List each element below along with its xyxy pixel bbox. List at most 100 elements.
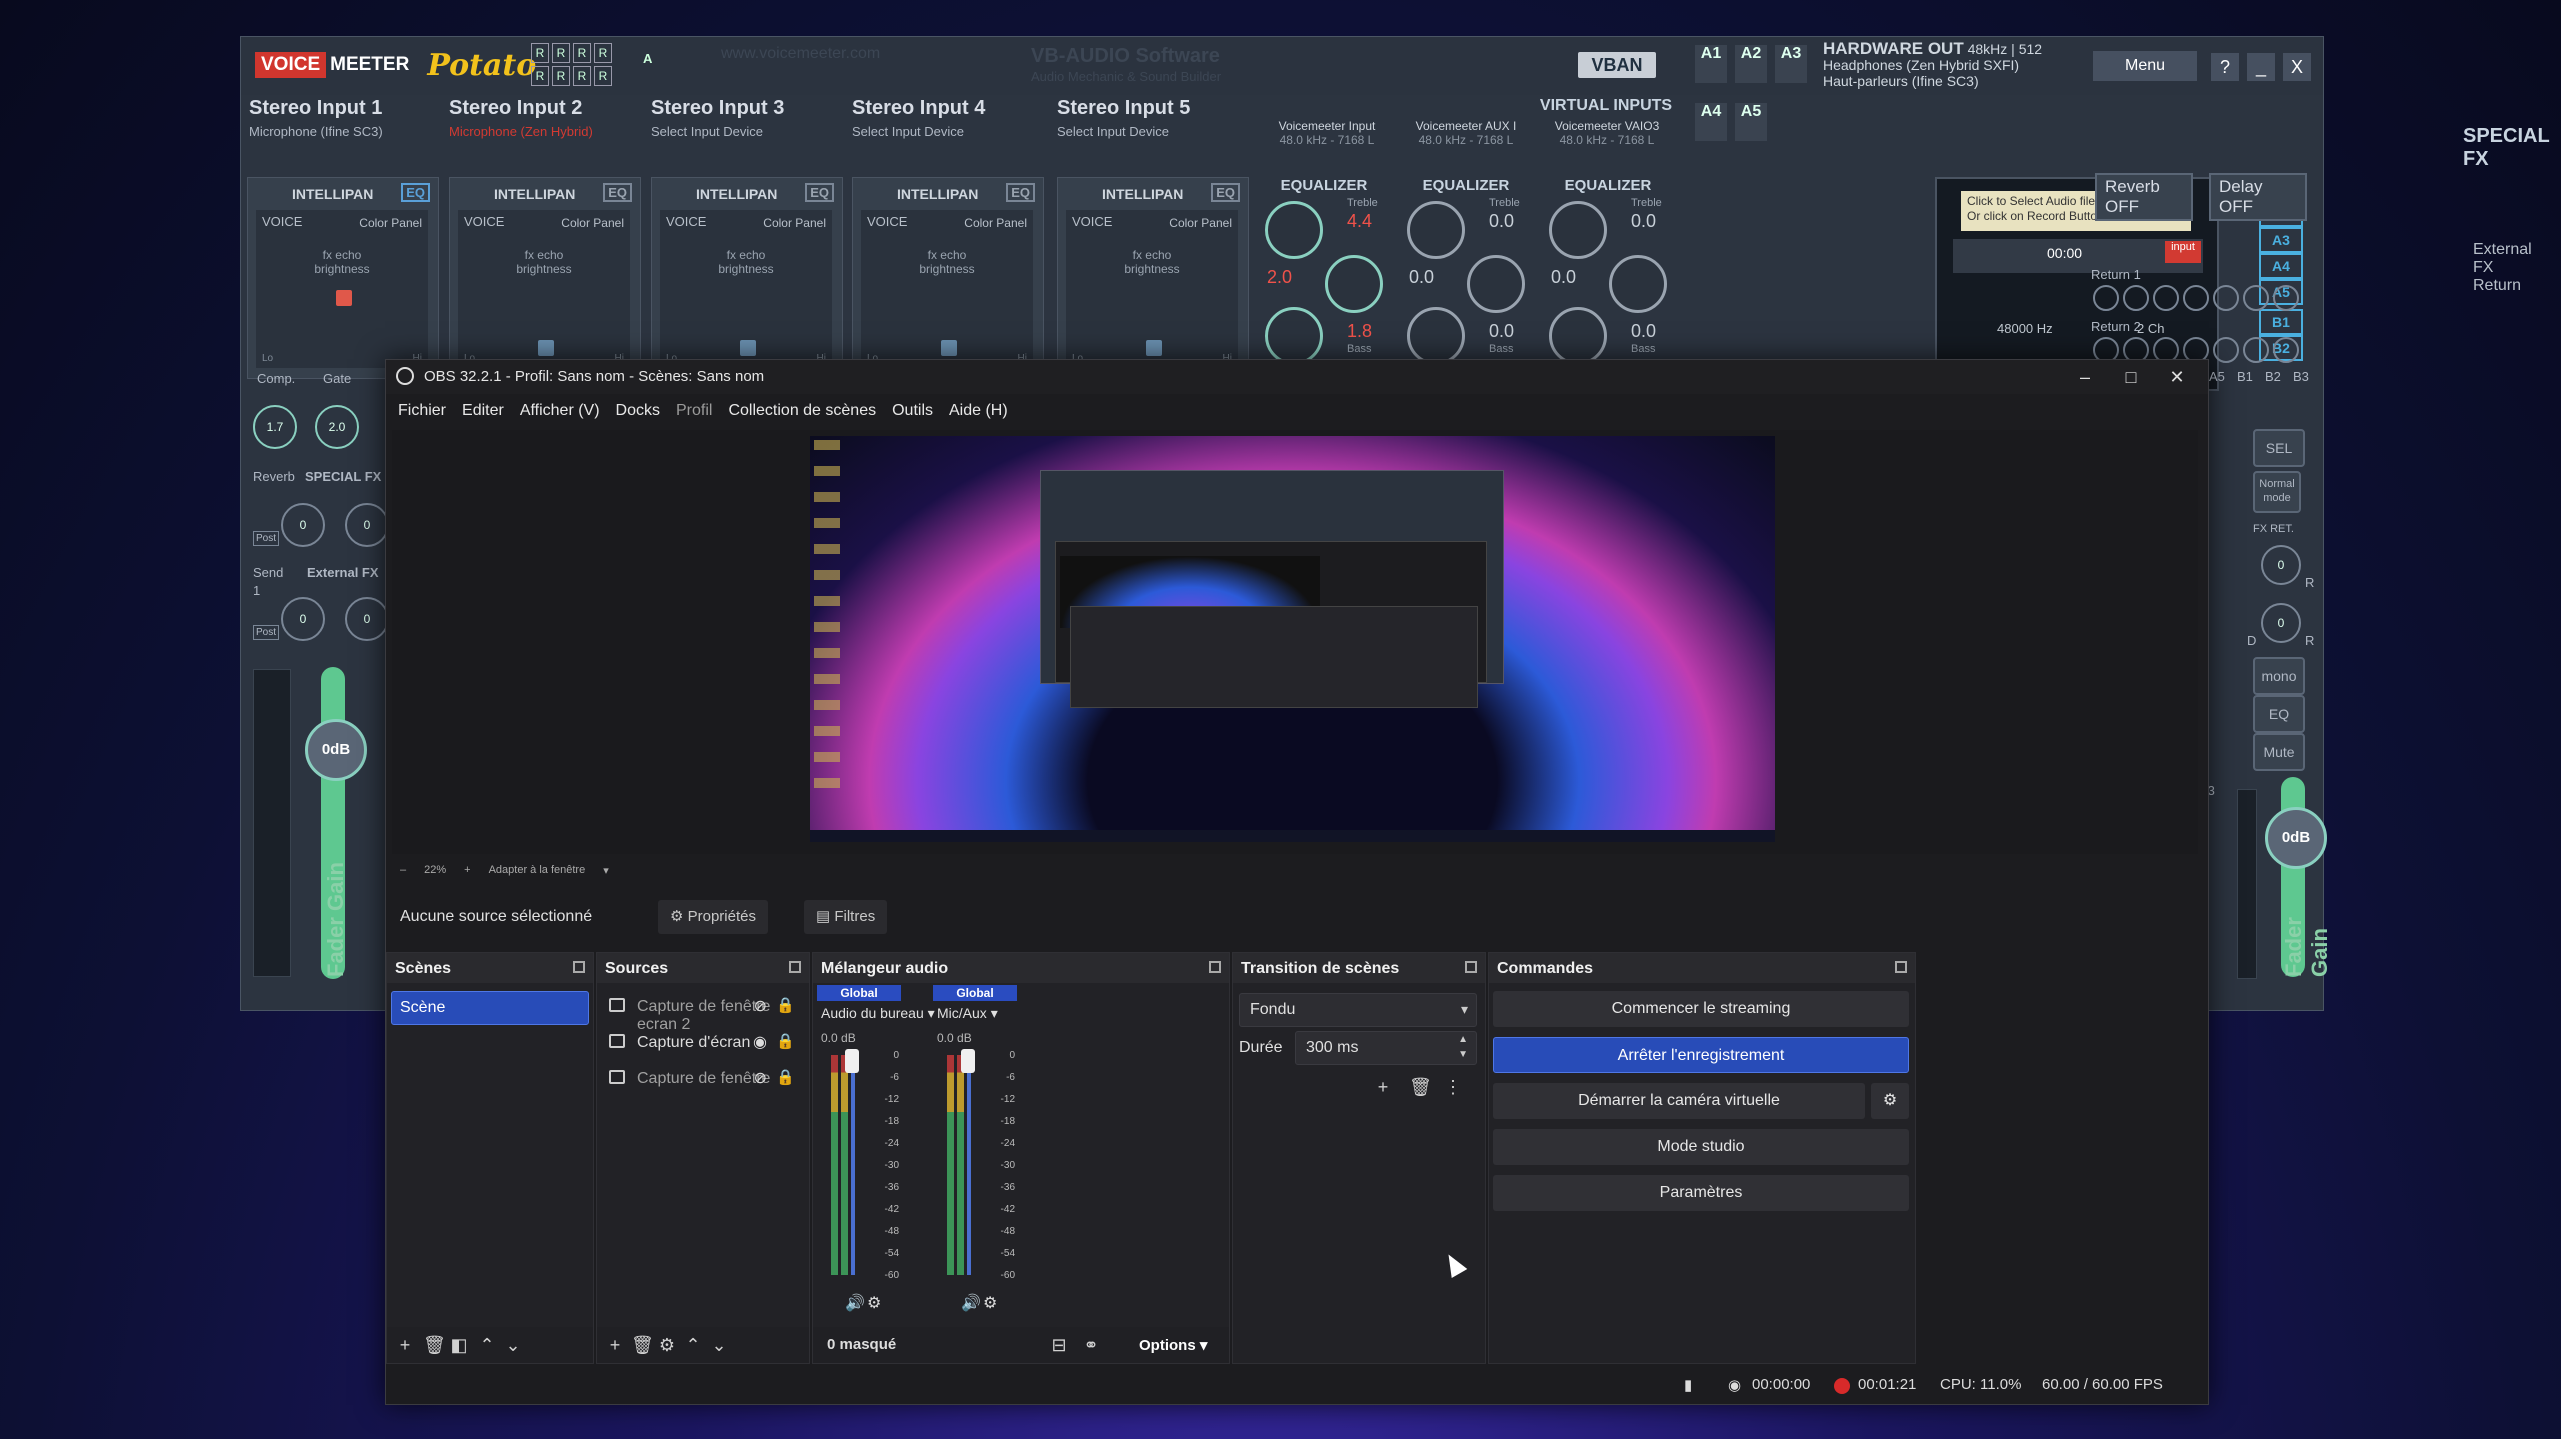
intellipan-panel-3[interactable]: INTELLIPAN EQ VOICE Color Panel fx echo b… bbox=[651, 177, 843, 379]
return-dial[interactable] bbox=[2213, 337, 2239, 363]
vban-button[interactable]: VBAN bbox=[1578, 52, 1656, 78]
eye-icon[interactable]: ◉ bbox=[753, 1032, 767, 1052]
speaker-icon[interactable]: 🔊 bbox=[845, 1293, 865, 1313]
preview-area[interactable] bbox=[392, 430, 2198, 854]
menu-button[interactable]: Menu bbox=[2093, 51, 2197, 81]
source-item[interactable]: Capture d'écran ◉ 🔒 bbox=[597, 1025, 809, 1061]
player-bus-b1[interactable]: B1 bbox=[2259, 309, 2303, 335]
return-dial[interactable] bbox=[2183, 285, 2209, 311]
zoom-in-button[interactable]: + bbox=[464, 864, 470, 876]
stereo-input-3-header[interactable]: Stereo Input 3 Select Input Device bbox=[651, 97, 784, 139]
r-button[interactable]: R bbox=[552, 66, 570, 86]
eq-button[interactable]: EQ bbox=[1211, 183, 1240, 202]
r-button[interactable]: R bbox=[594, 66, 612, 86]
reverb-button[interactable]: Reverb OFF bbox=[2095, 173, 2193, 221]
settings-button[interactable]: Paramètres bbox=[1493, 1175, 1909, 1211]
properties-button[interactable]: ⚙ Propriétés bbox=[658, 900, 768, 934]
lock-icon[interactable]: 🔒 bbox=[776, 1068, 795, 1086]
menu-collection-scenes[interactable]: Collection de scènes bbox=[728, 402, 876, 420]
gear-icon[interactable]: ⚙ bbox=[1871, 1083, 1909, 1119]
trash-icon[interactable]: 🗑 bbox=[1409, 1077, 1432, 1097]
menu-profil[interactable]: Profil bbox=[676, 402, 712, 420]
add-icon[interactable]: + bbox=[605, 1335, 625, 1355]
fx-ret-dial-1[interactable]: 0 bbox=[2261, 545, 2301, 585]
eq-mid-dial[interactable] bbox=[1407, 201, 1465, 259]
mute-button[interactable]: Mute bbox=[2253, 733, 2305, 771]
return-dial[interactable] bbox=[2123, 285, 2149, 311]
source-item[interactable]: Capture de fenêtre ecran 2 ⊘ 🔒 bbox=[597, 989, 809, 1033]
help-button[interactable]: ? bbox=[2211, 53, 2239, 81]
source-item[interactable]: Capture de fenêtre ⊘ 🔒 bbox=[597, 1061, 809, 1097]
pan-knob[interactable] bbox=[941, 340, 957, 356]
intellipan-panel-4[interactable]: INTELLIPAN EQ VOICE Color Panel fx echo b… bbox=[852, 177, 1044, 379]
color-panel[interactable]: VOICE Color Panel fx echobrightness Lo H… bbox=[861, 210, 1033, 368]
eq-mid-dial[interactable] bbox=[1265, 201, 1323, 259]
preview-canvas[interactable] bbox=[810, 436, 1775, 842]
chevron-up-icon[interactable]: ⌃ bbox=[477, 1335, 497, 1355]
return-dial[interactable] bbox=[2243, 337, 2269, 363]
r-button[interactable]: R bbox=[531, 66, 549, 86]
return-dial[interactable] bbox=[2093, 285, 2119, 311]
menu-fichier[interactable]: Fichier bbox=[398, 402, 446, 420]
undock-icon[interactable] bbox=[573, 961, 585, 973]
add-icon[interactable]: + bbox=[395, 1335, 415, 1355]
volume-slider[interactable] bbox=[967, 1055, 971, 1275]
eq-treble-dial[interactable] bbox=[1609, 255, 1667, 313]
reverb-post-button[interactable]: Post bbox=[253, 531, 280, 546]
link-icon[interactable]: ⚭ bbox=[1081, 1335, 1101, 1355]
channel-name[interactable]: Mic/Aux ▾ bbox=[937, 1005, 998, 1022]
virtual-input-col[interactable]: Voicemeeter AUX I 48.0 kHz - 7168 L bbox=[1406, 119, 1526, 147]
r-button[interactable]: R bbox=[573, 66, 591, 86]
volume-slider-thumb[interactable] bbox=[961, 1049, 975, 1073]
sel-button[interactable]: SEL bbox=[2253, 429, 2305, 467]
more-icon[interactable]: ⋮ bbox=[1443, 1077, 1463, 1097]
channel-name[interactable]: Audio du bureau ▾ bbox=[821, 1005, 935, 1022]
a3-out-button[interactable]: A3 bbox=[1775, 45, 1807, 83]
fx-ret-dial-2[interactable]: 0 bbox=[2261, 603, 2301, 643]
eq-button[interactable]: EQ bbox=[1006, 183, 1035, 202]
delay-dial[interactable]: 0 bbox=[345, 503, 389, 547]
stereo-input-1-header[interactable]: Stereo Input 1 Microphone (Ifine SC3) bbox=[249, 97, 383, 139]
r-button[interactable]: R bbox=[594, 43, 612, 63]
send-post-button[interactable]: Post bbox=[253, 625, 280, 640]
menu-afficher[interactable]: Afficher (V) bbox=[520, 402, 600, 420]
minimize-button[interactable]: _ bbox=[2247, 53, 2275, 81]
eq-button[interactable]: EQ bbox=[603, 183, 632, 202]
chevron-down-icon[interactable]: ▾ bbox=[603, 864, 609, 877]
intellipan-panel-1[interactable]: INTELLIPAN EQ VOICE Color Panel fx echo b… bbox=[247, 177, 439, 379]
a1-out-button[interactable]: A1 bbox=[1695, 45, 1727, 83]
menu-aide[interactable]: Aide (H) bbox=[949, 402, 1008, 420]
r-button[interactable]: R bbox=[531, 43, 549, 63]
undock-icon[interactable] bbox=[1465, 961, 1477, 973]
stop-recording-button[interactable]: Arrêter l'enregistrement bbox=[1493, 1037, 1909, 1073]
eq-bass-dial[interactable] bbox=[1265, 307, 1323, 365]
chevron-down-icon[interactable]: ⌄ bbox=[503, 1335, 523, 1355]
r-button[interactable]: R bbox=[552, 43, 570, 63]
menu-outils[interactable]: Outils bbox=[892, 402, 933, 420]
eq-bass-dial[interactable] bbox=[1407, 307, 1465, 365]
chevron-up-icon[interactable]: ⌃ bbox=[683, 1335, 703, 1355]
input-button[interactable]: input bbox=[2165, 241, 2201, 263]
start-virtual-camera-button[interactable]: Démarrer la caméra virtuelle bbox=[1493, 1083, 1865, 1119]
eq-mid-dial[interactable] bbox=[1549, 201, 1607, 259]
r-button-grid[interactable]: R R R R R R R R bbox=[531, 43, 612, 86]
eq-treble-dial[interactable] bbox=[1467, 255, 1525, 313]
speaker-icon[interactable]: 🔊 bbox=[961, 1293, 981, 1313]
mono-button[interactable]: mono bbox=[2253, 657, 2305, 695]
r-button[interactable]: R bbox=[573, 43, 591, 63]
virtual-input-col[interactable]: Voicemeeter Input 48.0 kHz - 7168 L bbox=[1267, 119, 1387, 147]
normal-mode-button[interactable]: Normal mode bbox=[2253, 471, 2301, 513]
reverb-dial[interactable]: 0 bbox=[281, 503, 325, 547]
trash-icon[interactable]: 🗑 bbox=[423, 1335, 446, 1355]
transition-select[interactable]: Fondu ▾ bbox=[1239, 993, 1477, 1027]
filters-button[interactable]: ▤ Filtres bbox=[804, 900, 888, 934]
eye-slash-icon[interactable]: ⊘ bbox=[754, 1068, 767, 1088]
color-panel[interactable]: VOICE Color Panel fx echobrightness Lo H… bbox=[1066, 210, 1238, 368]
comp-dial[interactable]: 1.7 bbox=[253, 405, 297, 449]
undock-icon[interactable] bbox=[1209, 961, 1221, 973]
a2-out-button[interactable]: A2 bbox=[1735, 45, 1767, 83]
zoom-out-button[interactable]: – bbox=[400, 864, 406, 876]
start-streaming-button[interactable]: Commencer le streaming bbox=[1493, 991, 1909, 1027]
return-dial[interactable] bbox=[2273, 285, 2299, 311]
undock-icon[interactable] bbox=[789, 961, 801, 973]
